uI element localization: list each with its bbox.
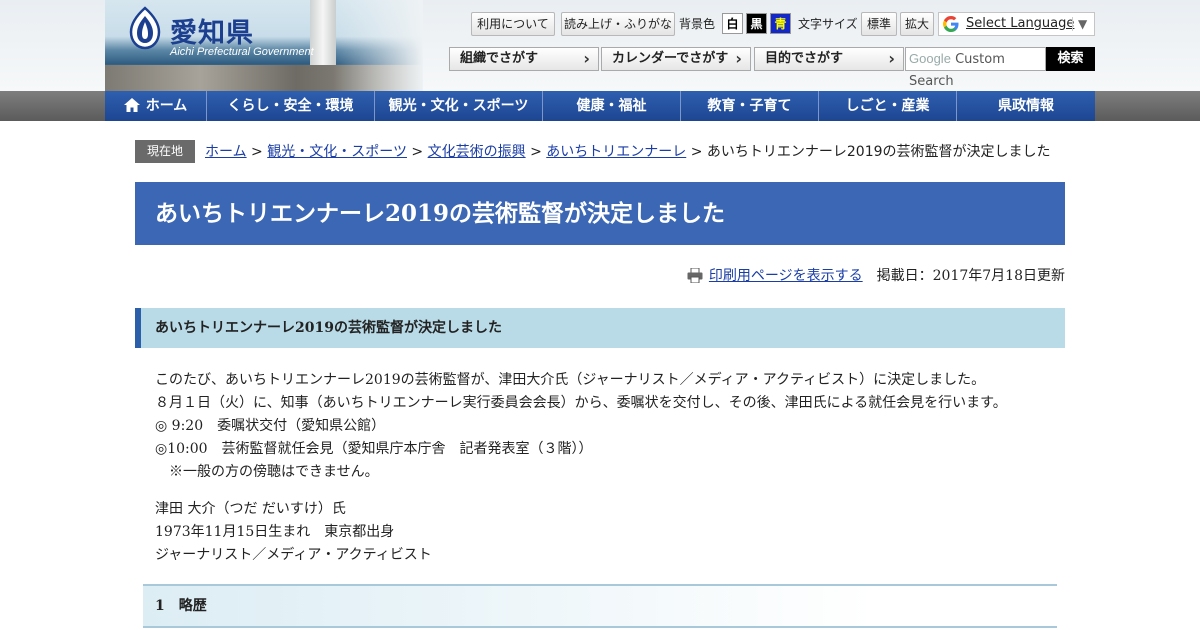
current-location-badge: 現在地 [135, 140, 195, 163]
chevron-right-icon: › [583, 49, 590, 68]
global-nav: ホーム くらし・安全・環境 観光・文化・スポーツ 健康・福祉 教育・子育て しご… [105, 91, 1095, 121]
nav-item-tourism[interactable]: 観光・文化・スポーツ [375, 91, 543, 121]
breadcrumb: ホーム > 観光・文化・スポーツ > 文化芸術の振興 > あいちトリエンナーレ … [205, 144, 1051, 160]
font-large-button[interactable]: 拡大 [900, 12, 934, 36]
profile-birth: 1973年11月15日生まれ 東京都出身 [155, 524, 395, 540]
nav-item-home[interactable]: ホーム [105, 91, 207, 121]
posted-date: 掲載日：2017年7月18日更新 [876, 268, 1065, 284]
breadcrumb-link-home[interactable]: ホーム [205, 144, 247, 160]
article-paragraph: ◎10:00 芸術監督就任会見（愛知県庁本庁舎 記者発表室（３階）） [155, 441, 593, 457]
section-heading: あいちトリエンナーレ2019の芸術監督が決定しました [135, 308, 1065, 348]
bg-black-button[interactable]: 黒 [746, 13, 767, 34]
language-select-label: Select Language [966, 16, 1075, 31]
article-paragraph: ８月１日（火）に、知事（あいちトリエンナーレ実行委員会会長）から、委嘱状を交付し… [155, 395, 1007, 411]
nav-item-health[interactable]: 健康・福祉 [543, 91, 681, 121]
search-by-purpose-button[interactable]: 目的でさがす › [754, 47, 904, 71]
site-logo-text[interactable]: 愛知県 [170, 11, 254, 50]
search-by-organization-button[interactable]: 組織でさがす › [449, 47, 599, 71]
breadcrumb-link-triennale[interactable]: あいちトリエンナーレ [546, 144, 686, 160]
nav-item-work[interactable]: しごと・産業 [819, 91, 957, 121]
page-meta: 印刷用ページを表示する 掲載日：2017年7月18日更新 [687, 266, 1065, 286]
google-icon [943, 16, 959, 32]
nav-item-government[interactable]: 県政情報 [957, 91, 1095, 121]
bg-blue-button[interactable]: 青 [770, 13, 791, 34]
site-search-input[interactable]: Google Custom Search [905, 47, 1046, 89]
chevron-right-icon: › [888, 49, 895, 68]
article-paragraph: ◎ 9:20 委嘱状交付（愛知県公館） [155, 418, 386, 434]
search-by-calendar-button[interactable]: カレンダーでさがす › [601, 47, 751, 71]
search-button[interactable]: 検索 [1046, 47, 1095, 71]
breadcrumb-link-tourism[interactable]: 観光・文化・スポーツ [267, 144, 407, 160]
readaloud-button[interactable]: 読み上げ・ふりがな [561, 12, 675, 36]
page-title: あいちトリエンナーレ2019の芸術監督が決定しました [135, 182, 1065, 245]
nav-item-education[interactable]: 教育・子育て [681, 91, 819, 121]
font-size-label: 文字サイズ [798, 17, 858, 31]
google-watermark: Google [909, 51, 951, 66]
dropdown-arrow-icon: ▼ [1078, 17, 1088, 31]
printer-icon [687, 268, 703, 283]
chevron-right-icon: › [735, 49, 742, 68]
prefecture-emblem-icon[interactable] [128, 6, 162, 50]
font-standard-button[interactable]: 標準 [861, 12, 897, 36]
nav-item-living[interactable]: くらし・安全・環境 [207, 91, 375, 121]
bg-color-label: 背景色 [679, 17, 716, 31]
site-logo-english: Aichi Prefectural Government [170, 46, 314, 58]
bg-white-button[interactable]: 白 [722, 13, 743, 34]
subheading-career: 1 略歴 [143, 584, 1057, 628]
breadcrumb-link-culture[interactable]: 文化芸術の振興 [428, 144, 526, 160]
home-icon [123, 98, 140, 112]
profile-occupation: ジャーナリスト／メディア・アクティビスト [155, 547, 432, 563]
usage-button[interactable]: 利用について [471, 12, 555, 36]
article-paragraph: ※一般の方の傍聴はできません。 [155, 464, 379, 480]
profile-name: 津田 大介（つだ だいすけ）氏 [155, 501, 346, 517]
language-select[interactable]: Select Language ▼ [938, 12, 1095, 36]
article-paragraph: このたび、あいちトリエンナーレ2019の芸術監督が、津田大介氏（ジャーナリスト／… [155, 372, 986, 388]
breadcrumb-current: あいちトリエンナーレ2019の芸術監督が決定しました [706, 144, 1051, 160]
print-page-link[interactable]: 印刷用ページを表示する [709, 268, 863, 284]
